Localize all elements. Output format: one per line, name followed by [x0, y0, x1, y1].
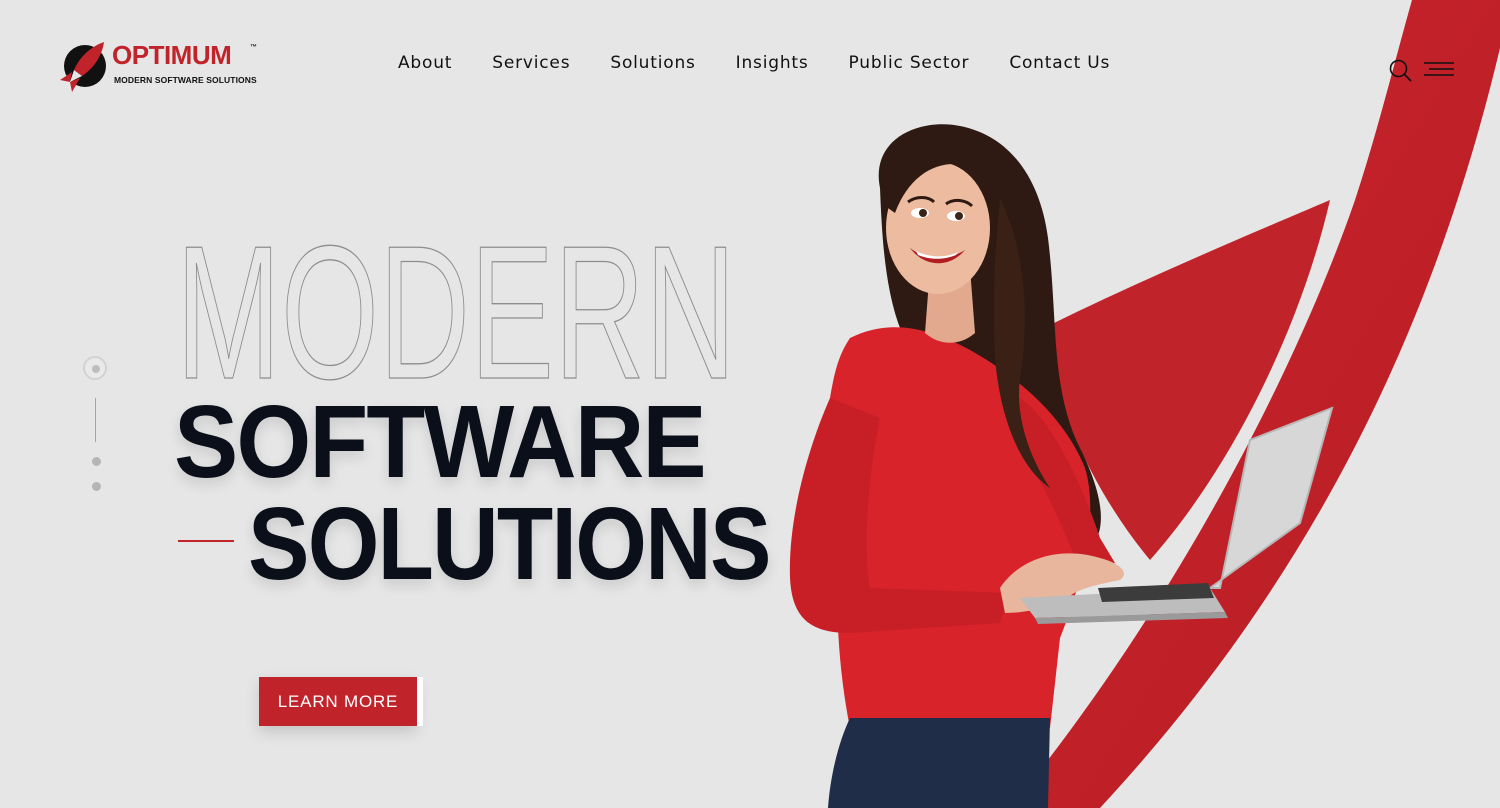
slide-dot-2[interactable]: [92, 457, 101, 466]
hero-page: OPTIMUM ™ MODERN SOFTWARE SOLUTIONS Abou…: [0, 0, 1500, 808]
nav-solutions[interactable]: Solutions: [610, 53, 695, 73]
slider-divider-line: [95, 398, 96, 442]
hero-accent-line: [178, 540, 234, 542]
hero-line-solutions: SOLUTIONS: [248, 486, 771, 601]
nav-about[interactable]: About: [398, 53, 452, 73]
hero-outline-word: MODERN: [175, 218, 736, 398]
main-nav: About Services Solutions Insights Public…: [398, 53, 1110, 73]
logo-tagline: MODERN SOFTWARE SOLUTIONS: [114, 75, 257, 85]
logo-rocket-icon: [60, 42, 106, 92]
hero-woman-with-laptop-image: [789, 124, 1334, 808]
nav-public-sector[interactable]: Public Sector: [849, 53, 970, 73]
slider-pagination: [83, 356, 111, 496]
logo-wordmark: OPTIMUM: [112, 40, 232, 70]
hero-line-modern: MODERN: [176, 218, 736, 398]
brand-logo[interactable]: OPTIMUM ™ MODERN SOFTWARE SOLUTIONS: [58, 38, 268, 96]
logo-trademark: ™: [250, 44, 257, 51]
nav-insights[interactable]: Insights: [736, 53, 809, 73]
hamburger-menu-icon[interactable]: [1423, 61, 1455, 79]
learn-more-button[interactable]: LEARN MORE: [259, 677, 417, 726]
nav-contact-us[interactable]: Contact Us: [1009, 53, 1110, 73]
search-icon[interactable]: [1388, 58, 1412, 82]
slide-dot-3[interactable]: [92, 482, 101, 491]
slide-dot-active[interactable]: [83, 356, 107, 380]
hero-line-software: SOFTWARE: [174, 384, 707, 499]
nav-services[interactable]: Services: [492, 53, 570, 73]
